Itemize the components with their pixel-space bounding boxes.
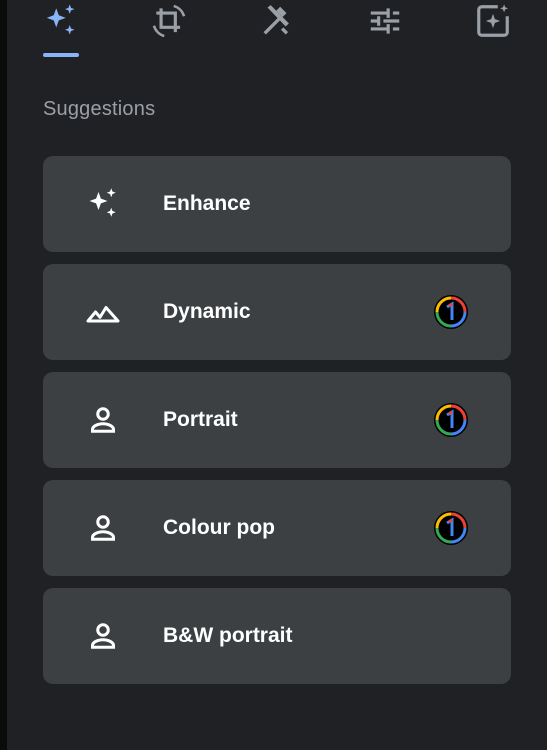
tab-filters[interactable]: [463, 0, 523, 58]
left-edge-strip: [0, 0, 7, 750]
filter-sparkle-icon: [477, 4, 509, 37]
sliders-icon: [370, 8, 400, 34]
suggestions-list: Enhance Dynamic Portrait Colour pop B&W …: [43, 156, 511, 696]
active-tab-indicator: [43, 53, 79, 57]
tab-crop[interactable]: [139, 0, 199, 58]
suggestion-label: Colour pop: [163, 516, 275, 539]
section-title: Suggestions: [43, 98, 156, 120]
suggestion-label: Dynamic: [163, 300, 251, 323]
tab-tools[interactable]: [247, 0, 307, 58]
tools-icon: [263, 5, 289, 35]
tab-suggestions[interactable]: [31, 0, 91, 58]
google-one-icon: [433, 294, 469, 330]
person-icon: [83, 616, 123, 656]
tab-adjust[interactable]: [355, 0, 415, 58]
crop-rotate-icon: [152, 4, 186, 38]
suggestion-portrait[interactable]: Portrait: [43, 372, 511, 468]
suggestion-colour-pop[interactable]: Colour pop: [43, 480, 511, 576]
landscape-icon: [83, 292, 123, 332]
suggestion-bw-portrait[interactable]: B&W portrait: [43, 588, 511, 684]
person-icon: [83, 400, 123, 440]
suggestion-label: Portrait: [163, 408, 238, 431]
editor-tab-bar: [0, 0, 547, 60]
suggestion-enhance[interactable]: Enhance: [43, 156, 511, 252]
person-icon: [83, 508, 123, 548]
sparkle-icon: [83, 184, 123, 224]
sparkle-icon: [46, 4, 75, 35]
suggestion-label: Enhance: [163, 192, 251, 215]
suggestion-label: B&W portrait: [163, 624, 293, 647]
google-one-icon: [433, 402, 469, 438]
suggestion-dynamic[interactable]: Dynamic: [43, 264, 511, 360]
google-one-icon: [433, 510, 469, 546]
